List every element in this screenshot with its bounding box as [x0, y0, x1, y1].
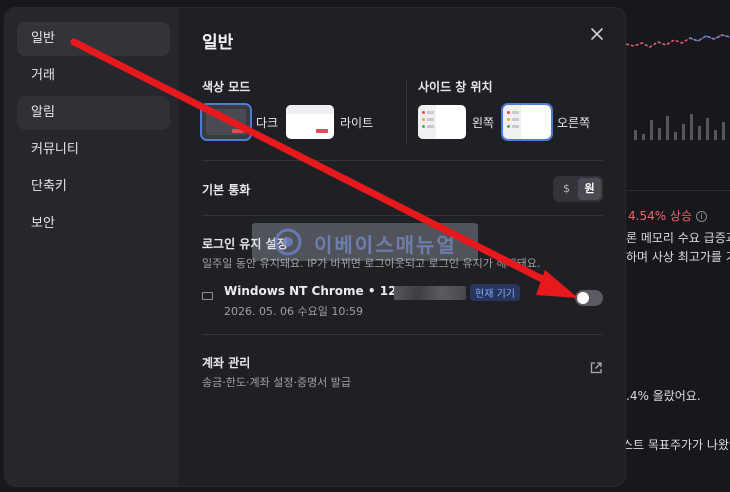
right-option-label: 오른쪽: [557, 115, 591, 130]
light-option-label: 라이트: [340, 115, 374, 130]
light-theme-thumbnail: [286, 105, 334, 139]
background-text-2: 하며 사상 최고가를 기: [626, 250, 730, 264]
login-keep-toggle[interactable]: [575, 290, 603, 306]
side-window-left-option[interactable]: 왼쪽: [418, 105, 494, 139]
side-window-right-option[interactable]: 오른쪽: [501, 103, 591, 141]
sidebar-item-notifications[interactable]: 알림: [17, 96, 170, 130]
currency-won-button[interactable]: 원: [578, 178, 601, 200]
sidebar-item-community[interactable]: 커뮤니티: [17, 133, 170, 167]
close-icon[interactable]: [589, 26, 605, 42]
settings-dialog: 일반 거래 알림 커뮤니티 단축키 보안 일반 색상 모드 다크 라이트 사이드: [4, 7, 626, 487]
color-mode-label: 색상 모드: [202, 80, 251, 94]
background-chart: [626, 34, 730, 48]
sidebar-item-security[interactable]: 보안: [17, 207, 170, 241]
settings-content: 일반 색상 모드 다크 라이트 사이드 창 위치 왼쪽 오른쪽 기본 통화 $ …: [178, 8, 625, 486]
dark-option-label: 다크: [256, 115, 279, 130]
current-device-badge: 현재 기기: [470, 284, 520, 301]
toggle-knob: [577, 292, 589, 304]
divider: [202, 334, 603, 335]
settings-sidebar: 일반 거래 알림 커뮤니티 단축키 보안: [5, 8, 178, 486]
divider: [202, 215, 603, 216]
dark-theme-thumbnail: [200, 103, 252, 141]
background-volume-bars: [634, 114, 725, 140]
side-window-label: 사이드 창 위치: [418, 80, 493, 94]
monitor-icon: [202, 292, 213, 300]
account-management-label[interactable]: 계좌 관리: [202, 354, 250, 371]
right-position-thumbnail: [501, 103, 553, 141]
currency-dollar-button[interactable]: $: [555, 178, 578, 200]
color-mode-light-option[interactable]: 라이트: [286, 105, 373, 139]
background-text-3: .4% 올랐어요.: [626, 389, 701, 403]
login-keep-description: 일주일 동안 유지돼요. IP가 바뀌면 로그아웃되고 로그인 유지가 해제돼요…: [202, 257, 541, 270]
login-keep-label: 로그인 유지 설정: [202, 237, 288, 251]
device-name: Windows NT Chrome • 121: [224, 284, 405, 298]
sidebar-item-general[interactable]: 일반: [17, 22, 170, 56]
redacted-ip: [394, 286, 466, 300]
background-text-4: 스트 목표주가가 나왔어: [622, 438, 730, 452]
left-option-label: 왼쪽: [472, 115, 495, 130]
device-time: 2026. 05. 06 수요일 10:59: [224, 305, 364, 318]
section-divider: [406, 80, 407, 144]
page-title: 일반: [202, 33, 234, 53]
background-text-1: 론 메모리 수요 급증과: [626, 231, 730, 245]
external-link-icon[interactable]: [589, 361, 603, 375]
currency-label: 기본 통화: [202, 183, 251, 197]
left-position-thumbnail: [418, 105, 466, 139]
account-management-description: 송금·한도·계좌 설정·증명서 발급: [202, 376, 352, 389]
sidebar-item-shortcuts[interactable]: 단축키: [17, 170, 170, 204]
sidebar-item-trade[interactable]: 거래: [17, 59, 170, 93]
currency-toggle: $ 원: [553, 176, 603, 202]
color-mode-dark-option[interactable]: 다크: [200, 103, 279, 141]
background-change: 4.54% 상승: [628, 209, 693, 223]
divider: [202, 160, 603, 161]
info-icon: i: [696, 211, 708, 222]
